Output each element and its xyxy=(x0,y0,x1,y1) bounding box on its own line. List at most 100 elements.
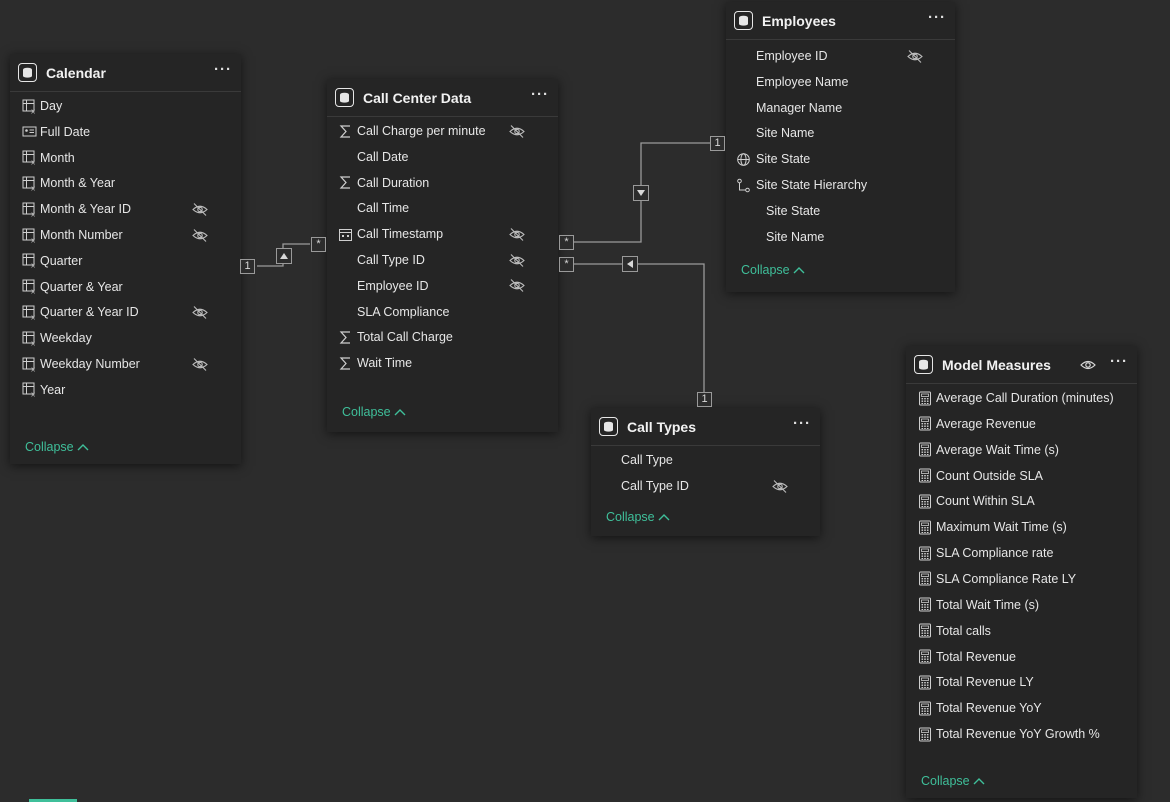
field-label: SLA Compliance xyxy=(357,304,450,319)
field-row[interactable]: x Quarter & Year xyxy=(10,275,241,299)
field-row[interactable]: Employee Name xyxy=(726,70,955,94)
hidden-field-icon[interactable] xyxy=(508,123,526,139)
field-row[interactable]: Count Outside SLA xyxy=(906,464,1137,488)
field-row[interactable]: Average Revenue xyxy=(906,412,1137,436)
call-center-data-table-card[interactable]: Call Center Data ··· Call Charge per min… xyxy=(327,79,558,432)
call-types-table-card[interactable]: Call Types ··· Call Type Call Type ID Col… xyxy=(591,408,820,536)
relationship-many-marker[interactable]: * xyxy=(311,237,326,252)
field-row[interactable]: Call Date xyxy=(327,145,558,169)
field-row[interactable]: Total Revenue YoY xyxy=(906,696,1137,720)
more-options-button[interactable]: ··· xyxy=(793,416,811,435)
field-row[interactable]: Total calls xyxy=(906,619,1137,643)
field-row[interactable]: Average Wait Time (s) xyxy=(906,438,1137,462)
field-row[interactable]: x Month xyxy=(10,146,241,170)
model-measures-header[interactable]: Model Measures ··· xyxy=(906,346,1137,384)
field-row[interactable]: SLA Compliance Rate LY xyxy=(906,567,1137,591)
hidden-field-icon[interactable] xyxy=(191,201,209,217)
call-types-collapse-link[interactable]: Collapse xyxy=(606,510,670,524)
field-row[interactable]: Call Type xyxy=(591,448,820,472)
filter-direction-arrow-icon[interactable] xyxy=(622,256,638,272)
employees-header[interactable]: Employees ··· xyxy=(726,2,955,40)
field-row[interactable]: Total Revenue YoY Growth % xyxy=(906,722,1137,746)
field-row[interactable]: SLA Compliance xyxy=(327,300,558,324)
field-row[interactable]: Total Revenue LY xyxy=(906,670,1137,694)
svg-text:x: x xyxy=(31,107,35,114)
measure-calculator-icon xyxy=(917,649,932,664)
eye-icon[interactable] xyxy=(1080,359,1096,371)
field-row[interactable]: Site State xyxy=(726,147,955,171)
field-row[interactable]: Call Charge per minute xyxy=(327,119,558,143)
hidden-field-icon[interactable] xyxy=(191,227,209,243)
field-row[interactable]: Employee ID xyxy=(726,44,955,68)
field-row[interactable]: Total Call Charge xyxy=(327,325,558,349)
field-row[interactable]: x Weekday xyxy=(10,326,241,350)
field-row[interactable]: Count Within SLA xyxy=(906,489,1137,513)
field-row[interactable]: Site State xyxy=(726,199,955,223)
field-row[interactable]: Call Type ID xyxy=(591,474,820,498)
measure-calculator-icon xyxy=(917,571,932,586)
calendar-collapse-link[interactable]: Collapse xyxy=(25,440,89,454)
more-options-button[interactable]: ··· xyxy=(214,62,232,81)
more-options-button[interactable]: ··· xyxy=(928,10,946,29)
call-center-collapse-link[interactable]: Collapse xyxy=(342,405,406,419)
field-row[interactable]: x Day xyxy=(10,94,241,118)
hidden-field-icon[interactable] xyxy=(191,356,209,372)
svg-text:x: x xyxy=(31,262,35,269)
relationship-one-marker[interactable]: 1 xyxy=(240,259,255,274)
field-row[interactable]: Call Type ID xyxy=(327,248,558,272)
field-row[interactable]: Call Duration xyxy=(327,171,558,195)
relationship-many-marker[interactable]: * xyxy=(559,257,574,272)
field-row[interactable]: Maximum Wait Time (s) xyxy=(906,515,1137,539)
chevron-up-icon xyxy=(394,409,406,416)
field-row[interactable]: Full Date xyxy=(10,120,241,144)
employees-title: Employees xyxy=(762,12,836,29)
employees-table-card[interactable]: Employees ··· Employee ID Employee Name Ma… xyxy=(726,2,955,292)
filter-direction-arrow-icon[interactable] xyxy=(633,185,649,201)
more-options-button[interactable]: ··· xyxy=(531,87,549,106)
field-row[interactable]: Manager Name xyxy=(726,96,955,120)
filter-direction-arrow-icon[interactable] xyxy=(276,248,292,264)
model-measures-collapse-link[interactable]: Collapse xyxy=(921,774,985,788)
field-row[interactable]: x Month & Year ID xyxy=(10,197,241,221)
field-row[interactable]: Call Timestamp xyxy=(327,222,558,246)
svg-text:x: x xyxy=(31,184,35,191)
hidden-field-icon[interactable] xyxy=(508,278,526,294)
relationship-one-marker[interactable]: 1 xyxy=(697,392,712,407)
hidden-field-icon[interactable] xyxy=(771,478,789,494)
hidden-field-icon[interactable] xyxy=(191,304,209,320)
field-row[interactable]: Call Time xyxy=(327,196,558,220)
call-center-data-header[interactable]: Call Center Data ··· xyxy=(327,79,558,117)
relationship-many-marker[interactable]: * xyxy=(559,235,574,250)
field-row[interactable]: Average Call Duration (minutes) xyxy=(906,386,1137,410)
field-row[interactable]: x Year xyxy=(10,378,241,402)
field-row[interactable]: x Month Number xyxy=(10,223,241,247)
field-row[interactable]: Site Name xyxy=(726,225,955,249)
model-diagram-canvas[interactable]: Calendar ··· x Day Full Date x Month x Month &… xyxy=(0,0,1170,802)
field-row[interactable]: SLA Compliance rate xyxy=(906,541,1137,565)
field-row[interactable]: Site Name xyxy=(726,121,955,145)
relationship-one-marker[interactable]: 1 xyxy=(710,136,725,151)
field-row[interactable]: Wait Time xyxy=(327,351,558,375)
field-row[interactable]: Total Revenue xyxy=(906,645,1137,669)
field-row[interactable]: x Quarter & Year ID xyxy=(10,300,241,324)
more-options-button[interactable]: ··· xyxy=(1110,354,1128,373)
field-label: Full Date xyxy=(40,124,91,139)
hidden-field-icon[interactable] xyxy=(906,48,924,64)
field-row[interactable]: x Weekday Number xyxy=(10,352,241,376)
employees-collapse-link[interactable]: Collapse xyxy=(741,263,805,277)
model-measures-table-card[interactable]: Model Measures ··· Average Call Duration… xyxy=(906,346,1137,798)
call-types-header[interactable]: Call Types ··· xyxy=(591,408,820,446)
field-label: Month & Year ID xyxy=(40,202,132,217)
calendar-table-card[interactable]: Calendar ··· x Day Full Date x Month x Month &… xyxy=(10,54,241,464)
table-icon xyxy=(18,63,37,82)
hidden-field-icon[interactable] xyxy=(508,226,526,242)
field-row[interactable]: Site State Hierarchy xyxy=(726,173,955,197)
measure-calculator-icon xyxy=(917,520,932,535)
field-row[interactable]: Total Wait Time (s) xyxy=(906,593,1137,617)
sigma-icon xyxy=(338,175,353,190)
field-row[interactable]: x Quarter xyxy=(10,249,241,273)
field-row[interactable]: Employee ID xyxy=(327,274,558,298)
field-row[interactable]: x Month & Year xyxy=(10,171,241,195)
calendar-header[interactable]: Calendar ··· xyxy=(10,54,241,92)
hidden-field-icon[interactable] xyxy=(508,252,526,268)
